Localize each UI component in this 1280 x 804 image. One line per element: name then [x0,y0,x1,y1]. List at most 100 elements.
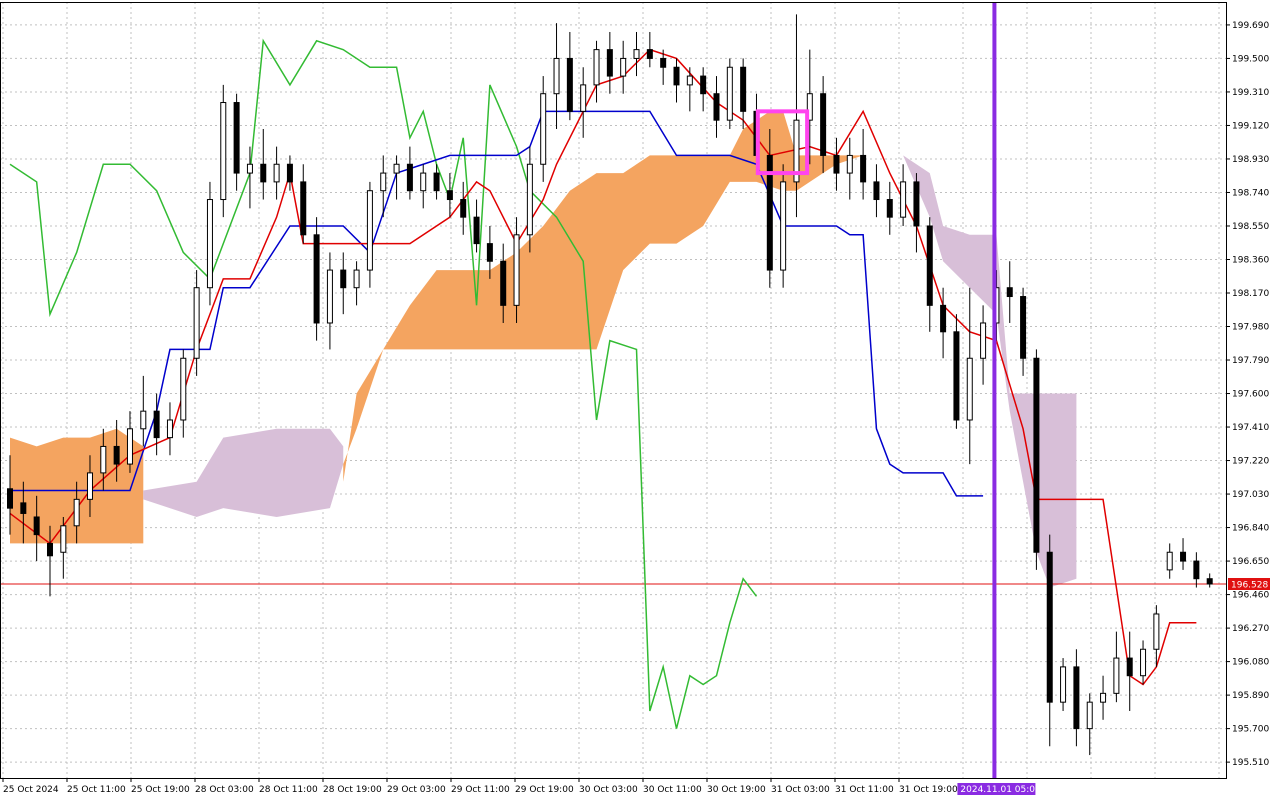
y-tick-label: 195.510 [1232,758,1269,768]
candle-body [406,163,413,192]
candle-body [1180,551,1187,562]
candle-body [100,445,107,474]
candle-body [7,488,13,509]
candle [726,58,733,129]
candle-body [580,84,587,112]
candle-body [220,102,227,201]
candle-body [1073,666,1080,730]
candle-body [940,304,947,333]
candle-body [740,66,747,112]
y-tick-label: 197.030 [1232,490,1269,500]
candle-body [126,428,133,465]
chart-canvas: 199.690 199.500 199.310 199.120 198.930 198.7… [0,0,1280,800]
chart-background [0,0,1280,800]
candle-body [206,199,213,289]
candle-body [473,216,480,245]
x-tick-label: 30 Oct 19:00 [707,785,766,795]
candle-body [886,199,893,218]
candle-body [273,163,280,183]
candle-body [593,49,600,86]
candle-body [1113,657,1120,694]
y-tick-label: 197.600 [1232,390,1269,400]
candle-body [713,93,720,121]
candle-body [726,66,733,121]
x-tick-label: 30 Oct 11:00 [643,785,702,795]
candle-body [140,410,147,430]
candle-body [1046,551,1053,703]
cursor-time-badge: 2024.11.01 05:00 [957,783,1041,795]
candle-body [553,57,560,95]
x-tick-label: 28 Oct 19:00 [323,785,382,795]
candle-body [1140,648,1147,677]
y-tick-label: 197.410 [1232,423,1269,433]
candle-body [820,93,827,156]
x-tick-label: 29 Oct 11:00 [451,785,510,795]
candle-body [860,154,867,183]
candle-body [1033,357,1040,553]
candle-body [73,498,80,527]
candle-body [353,269,360,289]
x-tick-label: 29 Oct 03:00 [387,785,446,795]
candle-body [260,163,267,183]
y-tick-label: 198.170 [1232,289,1269,299]
candle-body [1126,657,1133,677]
candle-body [1100,692,1107,703]
candle [953,314,960,429]
candle-body [913,181,920,227]
candle [1033,349,1040,570]
candle-body [540,93,547,165]
candle-body [393,163,400,174]
candle-body [1086,701,1093,730]
candle-body [420,172,427,192]
candle-body [46,542,53,557]
y-tick-label: 197.790 [1232,356,1269,366]
x-tick-label: 25 Oct 19:00 [131,785,190,795]
candle-body [113,445,120,465]
candle-body [686,75,693,86]
candle-body [606,49,613,77]
candle-body [500,260,507,306]
x-tick-label: 31 Oct 11:00 [835,785,894,795]
candle [313,217,320,341]
candle-body [486,243,493,262]
y-tick-label: 199.310 [1232,88,1269,98]
y-tick-label: 196.840 [1232,524,1269,534]
candle-body [873,181,880,201]
ichimoku-chart[interactable]: 199.690 199.500 199.310 199.120 198.930 198.7… [0,0,1280,800]
y-tick-label: 195.890 [1232,691,1269,701]
x-tick-label: 31 Oct 03:00 [771,785,830,795]
x-tick-label: 28 Oct 11:00 [259,785,318,795]
candle-body [1166,551,1173,571]
x-tick-label: 29 Oct 19:00 [515,785,574,795]
candle-body [246,163,253,174]
y-tick-label: 196.270 [1232,624,1269,634]
candle-body [900,181,907,218]
candle-body [340,269,347,289]
y-tick-label: 196.650 [1232,557,1269,567]
candle-body [980,322,987,359]
candle-body [780,181,787,271]
x-tick-label: 25 Oct 2024 [3,785,59,795]
candle-body [660,57,667,68]
candle-body [86,472,93,500]
y-tick-label: 199.120 [1232,121,1269,131]
candle-body [526,163,533,236]
candle [220,84,227,218]
candle-body [620,57,627,77]
y-tick-label: 197.980 [1232,323,1269,333]
candle-body [433,172,440,192]
candle-body [513,234,520,306]
candle-body [926,225,933,306]
candle-body [566,57,573,112]
candle-body [380,172,387,192]
candle-body [846,154,853,174]
candle-body [1006,287,1013,298]
candle-body [446,190,453,201]
current-price-badge: 196.528 [1228,578,1270,591]
candle-body [286,163,293,183]
candle-body [153,410,160,439]
candle-body [833,154,840,174]
price-badge-label: 196.528 [1231,581,1268,591]
candle-body [1153,613,1160,650]
candle-body [180,357,187,421]
